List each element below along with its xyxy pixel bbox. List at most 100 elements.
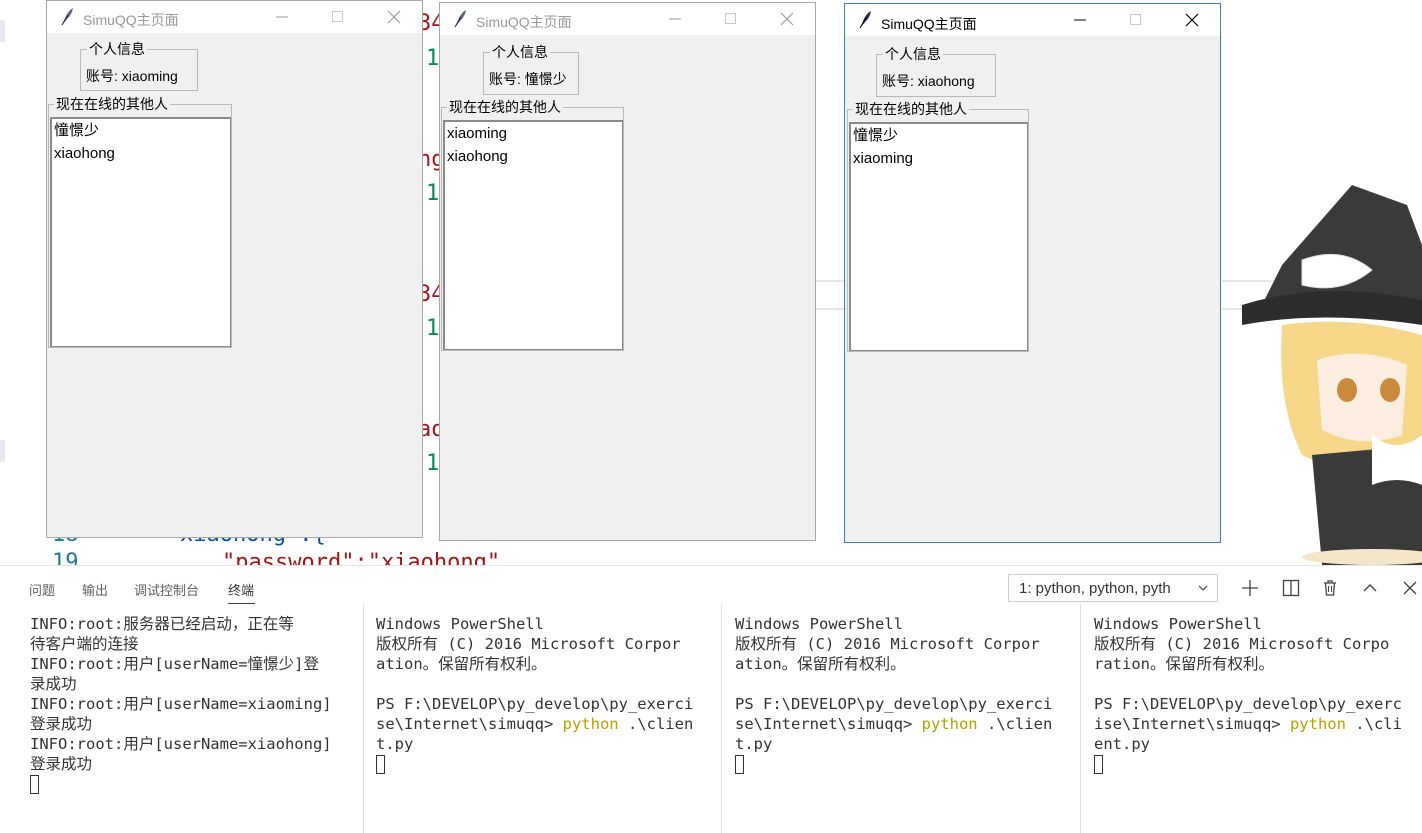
close-button[interactable] — [366, 1, 422, 33]
window-title: SimuQQ主页面 — [476, 14, 572, 30]
terminal-divider[interactable] — [721, 604, 722, 833]
code-fragment: "password":"xiaohong" — [222, 550, 501, 566]
new-terminal-button[interactable] — [1238, 576, 1262, 600]
terminal-line: ent.py — [1094, 735, 1150, 753]
account-row: 账号: xiaohong — [882, 71, 975, 91]
terminal-cursor — [30, 775, 39, 794]
terminal-line: 登录成功 — [30, 755, 93, 773]
account-value: xiaohong — [917, 73, 975, 89]
tab-terminal[interactable]: 终端 — [228, 580, 254, 599]
line-number: 19 — [52, 550, 79, 566]
account-label: 账号: — [882, 73, 914, 89]
tab-problems[interactable]: 问题 — [29, 580, 55, 599]
window-titlebar[interactable]: SimuQQ主页面 — [47, 1, 422, 33]
terminal-line: t.py — [735, 735, 773, 753]
minimize-icon — [669, 18, 681, 20]
terminal-line: PS F:\DEVELOP\py_develop\py_exerc — [1094, 695, 1402, 713]
terminal-line: t.py — [376, 735, 414, 753]
terminal-arg: .\cli — [1345, 715, 1402, 733]
online-users-frame: 现在在线的其他人 憧憬少 xiaohong — [48, 95, 232, 348]
maximize-button[interactable] — [1108, 4, 1164, 36]
maximize-button[interactable] — [310, 1, 366, 33]
online-user-item[interactable]: xiaohong — [447, 146, 508, 168]
terminal-client-3[interactable]: Windows PowerShell 版权所有 (C) 2016 Microso… — [1094, 614, 1419, 833]
active-tab-indicator — [228, 603, 255, 604]
minimize-button[interactable] — [1052, 4, 1108, 36]
terminal-cursor — [735, 755, 744, 774]
close-icon — [1185, 13, 1199, 27]
tab-debug-console[interactable]: 调试控制台 — [134, 580, 199, 599]
terminal-line: 登录成功 — [30, 715, 93, 733]
online-users-frame: 现在在线的其他人 xiaoming xiaohong — [441, 98, 624, 351]
terminal-line: Windows PowerShell — [376, 615, 544, 633]
terminal-cursor — [1094, 755, 1103, 774]
editor-line-highlight — [816, 280, 846, 282]
simuqq-window-chongjingshao[interactable]: SimuQQ主页面 个人信息 账号: 憧憬少 现在在线的其他人 xiaoming… — [439, 2, 816, 541]
split-terminal-button[interactable] — [1279, 576, 1303, 600]
online-users-legend: 现在在线的其他人 — [447, 98, 563, 116]
terminal-line: Windows PowerShell — [735, 615, 903, 633]
terminal-line: ise\Internet\simuqq> python .\cli — [1094, 714, 1419, 734]
online-users-legend: 现在在线的其他人 — [54, 95, 170, 113]
terminal-server[interactable]: INFO:root:服务器已经启动，正在等 待客户端的连接 INFO:root:… — [30, 614, 360, 833]
window-titlebar[interactable]: SimuQQ主页面 — [440, 3, 815, 35]
window-title: SimuQQ主页面 — [83, 12, 179, 28]
online-users-listbox[interactable]: xiaoming xiaohong — [443, 120, 623, 350]
maximize-panel-button[interactable] — [1358, 576, 1382, 600]
code-fragment: 1 — [426, 46, 440, 71]
terminal-line: 版权所有 (C) 2016 Microsoft Corpo — [1094, 635, 1390, 653]
terminal-line: ation。保留所有权利。 — [735, 655, 906, 673]
online-user-item[interactable]: xiaohong — [54, 143, 115, 165]
maximize-icon — [1130, 14, 1141, 25]
simuqq-window-xiaohong[interactable]: SimuQQ主页面 个人信息 账号: xiaohong 现在在线的其他人 憧憬少… — [844, 3, 1221, 543]
terminal-line: PS F:\DEVELOP\py_develop\py_exerci — [735, 695, 1053, 713]
kill-terminal-button[interactable] — [1318, 576, 1342, 600]
feather-icon — [859, 11, 871, 29]
terminal-line: ration。保留所有权利。 — [1094, 655, 1274, 673]
terminal-line: Windows PowerShell — [1094, 615, 1262, 633]
terminal-divider[interactable] — [363, 604, 364, 833]
online-users-frame: 现在在线的其他人 憧憬少 xiaoming — [847, 100, 1029, 352]
minimize-button[interactable] — [254, 1, 310, 33]
close-button[interactable] — [1164, 4, 1220, 36]
online-user-item[interactable]: xiaoming — [447, 123, 507, 145]
terminal-line: INFO:root:用户[userName=xiaoming] — [30, 695, 332, 713]
terminal-select[interactable]: 1: python, python, pyth — [1008, 574, 1218, 602]
gutter-marker — [0, 440, 5, 462]
personal-info-legend: 个人信息 — [490, 43, 550, 61]
close-icon — [780, 12, 794, 26]
window-titlebar[interactable]: SimuQQ主页面 — [845, 4, 1220, 36]
window-title: SimuQQ主页面 — [881, 16, 977, 32]
terminal-line: 录成功 — [30, 675, 77, 693]
terminal-line: 版权所有 (C) 2016 Microsoft Corpor — [735, 635, 1040, 653]
online-user-item[interactable]: xiaoming — [853, 148, 913, 170]
online-users-listbox[interactable]: 憧憬少 xiaohong — [50, 117, 231, 347]
terminal-cursor — [376, 755, 385, 774]
online-user-item[interactable]: 憧憬少 — [853, 125, 898, 147]
close-panel-button[interactable] — [1398, 576, 1422, 600]
terminal-client-1[interactable]: Windows PowerShell 版权所有 (C) 2016 Microso… — [376, 614, 716, 833]
terminal-divider[interactable] — [1080, 604, 1081, 833]
maximize-button[interactable] — [703, 3, 759, 35]
code-fragment: 1 — [426, 316, 440, 341]
tab-output[interactable]: 输出 — [82, 580, 108, 599]
online-users-listbox[interactable]: 憧憬少 xiaoming — [849, 122, 1028, 351]
minimize-icon — [1074, 19, 1086, 21]
terminal-command: python — [562, 715, 619, 733]
terminal-line: se\Internet\simuqq> python .\clien — [735, 714, 1075, 734]
terminal-line: se\Internet\simuqq> python .\clien — [376, 714, 716, 734]
minimize-button[interactable] — [647, 3, 703, 35]
close-button[interactable] — [759, 3, 815, 35]
simuqq-window-xiaoming[interactable]: SimuQQ主页面 个人信息 账号: xiaoming 现在在线的其他人 憧憬少… — [46, 0, 423, 538]
online-user-item[interactable]: 憧憬少 — [54, 120, 99, 142]
account-label: 账号: — [489, 71, 521, 87]
account-value: xiaoming — [121, 68, 178, 84]
terminal-line: INFO:root:用户[userName=xiaohong] — [30, 735, 332, 753]
terminal-client-2[interactable]: Windows PowerShell 版权所有 (C) 2016 Microso… — [735, 614, 1075, 833]
split-icon — [1282, 579, 1300, 597]
terminal-cursor-line — [30, 774, 360, 794]
editor-line-highlight — [816, 308, 846, 310]
minimize-icon — [276, 16, 288, 18]
terminal-line: PS F:\DEVELOP\py_develop\py_exerci — [376, 695, 694, 713]
